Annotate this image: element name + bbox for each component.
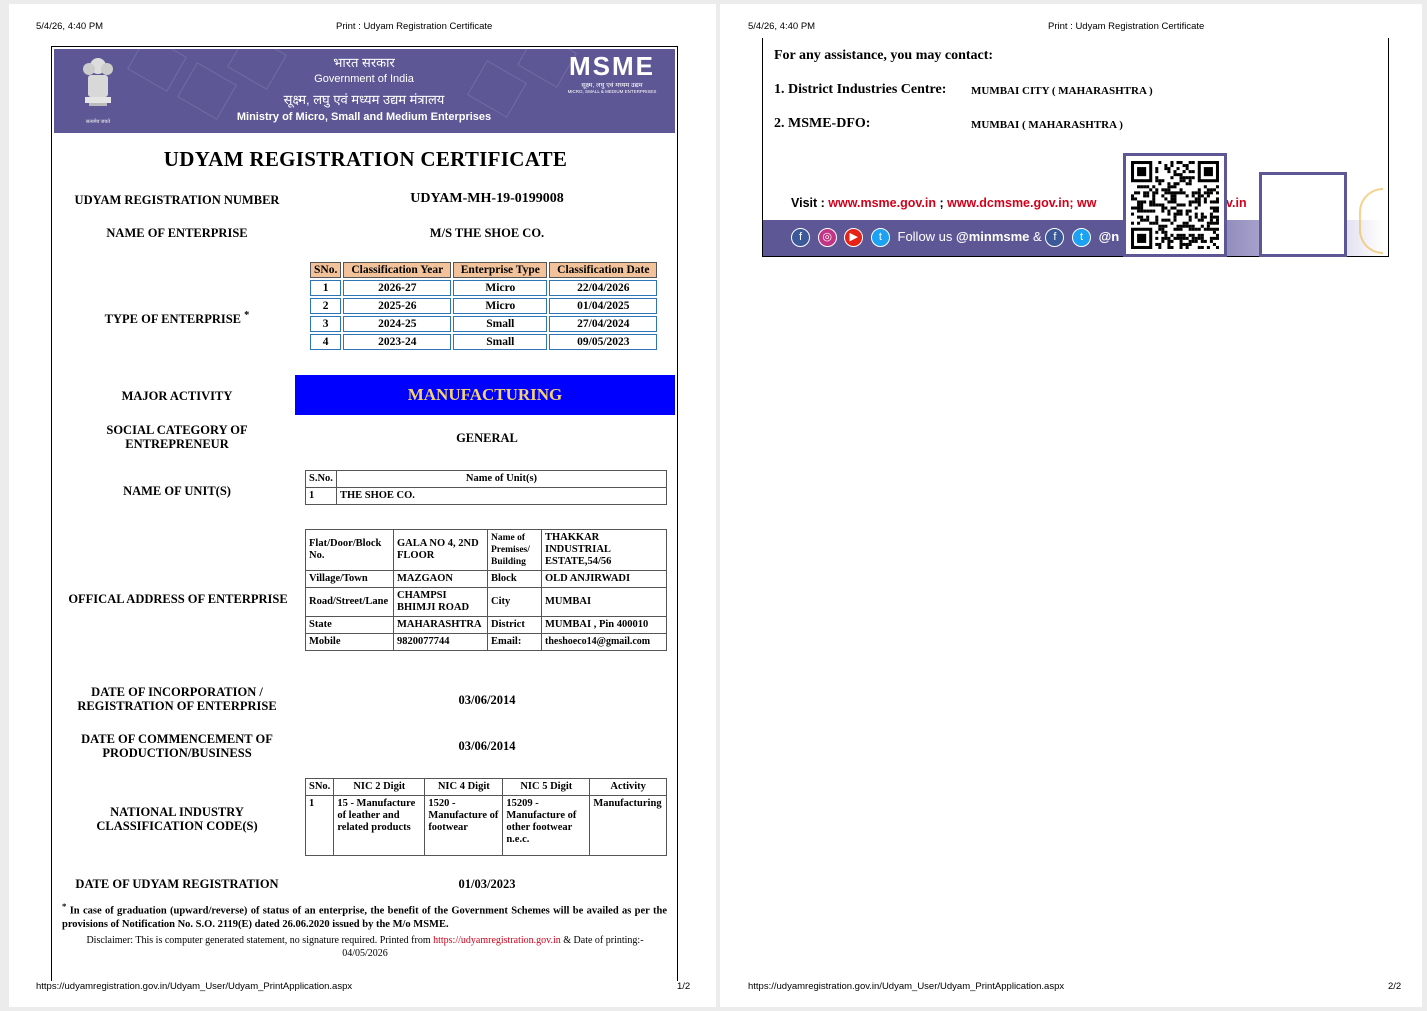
certificate-title: UDYAM REGISTRATION CERTIFICATE xyxy=(163,147,568,171)
print-datetime: 5/4/26, 4:40 PM xyxy=(748,21,816,32)
udyam-date-label: DATE OF UDYAM REGISTRATION xyxy=(75,877,279,891)
enterprise-name-label: NAME OF ENTERPRISE xyxy=(106,226,248,240)
facebook-icon-2[interactable]: f xyxy=(1045,228,1065,247)
print-page-1: 5/4/26, 4:40 PM Print : Udyam Registrati… xyxy=(9,4,716,1007)
table-row: Village/Town MAZGAON Block OLD ANJIRWADI xyxy=(305,570,667,588)
qr-code xyxy=(1123,153,1227,257)
table-row: State MAHARASHTRA District MUMBAI , Pin … xyxy=(305,616,667,634)
reg-number-value: UDYAM-MH-19-0199008 xyxy=(410,191,564,206)
nic-table: SNo. NIC 2 Digit NIC 4 Digit NIC 5 Digit… xyxy=(304,778,667,856)
print-page-2: 5/4/26, 4:40 PM Print : Udyam Registrati… xyxy=(720,4,1422,1007)
table-row: 3 2024-25 Small 27/04/2024 xyxy=(310,316,658,332)
dfo-value: MUMBAI ( MAHARASHTRA ) xyxy=(971,119,1123,131)
contact-frame: For any assistance, you may contact: 1. … xyxy=(762,38,1389,257)
page-number: 2/2 xyxy=(1388,981,1402,992)
twitter-icon[interactable]: t xyxy=(870,228,890,247)
youtube-icon[interactable]: ▶ xyxy=(844,228,864,247)
table-row: 1 2026-27 Micro 22/04/2026 xyxy=(310,280,658,296)
incorporation-date: 03/06/2014 xyxy=(458,693,516,707)
classification-table: SNo. Classification Year Enterprise Type… xyxy=(308,260,659,352)
footnote: * In case of graduation (upward/reverse)… xyxy=(62,901,667,930)
print-title: Print : Udyam Registration Certificate xyxy=(336,21,493,32)
table-row: 1 15 - Manufacture of leather and relate… xyxy=(304,795,667,856)
national-emblem-icon xyxy=(80,55,116,117)
udyam-portal-link[interactable]: https://udyamregistration.gov.in xyxy=(433,935,561,946)
dfo-label: 2. MSME-DFO: xyxy=(774,116,871,131)
dic-label: 1. District Industries Centre: xyxy=(774,82,947,97)
address-table: Flat/Door/Block No. GALA NO 4, 2ND FLOOR… xyxy=(305,529,667,651)
email-value: theshoeco14@gmail.com xyxy=(541,633,667,651)
msme-logo-hindi: सूक्ष्म, लघु एवं मध्यम उद्यम xyxy=(581,82,643,89)
dic-value: MUMBAI CITY ( MAHARASHTRA ) xyxy=(971,85,1153,97)
units-table: S.No. Name of Unit(s) 1 THE SHOE CO. xyxy=(305,470,668,505)
table-row: Mobile 9820077744 Email: theshoeco14@gma… xyxy=(305,633,667,651)
table-row: Road/Street/Lane CHAMPSI BHIMJI ROAD Cit… xyxy=(305,587,667,617)
print-url: https://udyamregistration.gov.in/Udyam_U… xyxy=(36,981,353,992)
facebook-icon[interactable]: f xyxy=(791,228,810,247)
commencement-label: DATE OF COMMENCEMENT OF PRODUCTION/BUSINE… xyxy=(81,732,273,760)
table-header-row: SNo. NIC 2 Digit NIC 4 Digit NIC 5 Digit… xyxy=(304,778,667,796)
banner-gov-india: Government of India xyxy=(314,73,414,85)
social-category-label: SOCIAL CATEGORY OF ENTREPRENEUR xyxy=(106,423,248,451)
incorporation-label: DATE OF INCORPORATION / REGISTRATION OF E… xyxy=(77,685,277,713)
print-date: 04/05/2026 xyxy=(342,948,388,959)
commencement-date: 03/06/2014 xyxy=(458,739,516,753)
enterprise-name-value: M/S THE SHOE CO. xyxy=(429,226,545,240)
table-row: 1 THE SHOE CO. xyxy=(305,487,668,505)
enterprise-type-label: TYPE OF ENTERPRISE * xyxy=(104,310,250,327)
address-label: OFFICAL ADDRESS OF ENTERPRISE xyxy=(68,592,288,606)
assistance-heading: For any assistance, you may contact: xyxy=(774,48,994,63)
page-number: 1/2 xyxy=(677,981,691,992)
table-row: Flat/Door/Block No. GALA NO 4, 2ND FLOOR… xyxy=(305,529,667,571)
follow-text: Follow us xyxy=(897,228,953,244)
table-row: 2 2025-26 Micro 01/04/2025 xyxy=(310,298,658,314)
print-title: Print : Udyam Registration Certificate xyxy=(1048,21,1205,32)
instagram-icon[interactable]: ◎ xyxy=(817,228,837,247)
social-category-value: GENERAL xyxy=(456,431,518,445)
visit-line: Visit : www.msme.gov.in ; www.dcmsme.gov… xyxy=(791,196,1097,210)
msme-site-link[interactable]: www.msme.gov.in xyxy=(828,196,936,210)
table-header-row: S.No. Name of Unit(s) xyxy=(305,470,668,488)
major-activity-value: MANUFACTURING xyxy=(295,375,675,415)
table-header-row: SNo. Classification Year Enterprise Type… xyxy=(310,262,658,278)
hex-decoration xyxy=(1359,188,1383,254)
banner-hindi-gov: भारत सरकार xyxy=(333,55,395,70)
print-datetime: 5/4/26, 4:40 PM xyxy=(36,21,104,32)
banner-hindi-ministry: सूक्ष्म, लघु एवं मध्यम उद्यम मंत्रालय xyxy=(283,92,445,107)
udyam-date-value: 01/03/2023 xyxy=(458,877,516,891)
units-label: NAME OF UNIT(S) xyxy=(123,484,231,498)
msme-logo-english: MICRO, SMALL & MEDIUM ENTERPRISES xyxy=(567,89,657,94)
disclaimer: Disclaimer: This is computer generated s… xyxy=(60,934,670,960)
gov-banner: सत्यमेव जयते भारत सरकार Government of In… xyxy=(54,49,675,133)
dcmsme-site-link[interactable]: www.dcmsme.gov.in xyxy=(947,196,1069,210)
major-activity-label: MAJOR ACTIVITY xyxy=(121,389,233,403)
twitter-icon-2[interactable]: t xyxy=(1071,228,1091,247)
banner-ministry: Ministry of Micro, Small and Medium Ente… xyxy=(236,111,492,123)
reg-number-label: UDYAM REGISTRATION NUMBER xyxy=(74,193,280,207)
print-url: https://udyamregistration.gov.in/Udyam_U… xyxy=(748,981,1065,992)
certificate-frame: सत्यमेव जयते भारत सरकार Government of In… xyxy=(51,46,678,981)
msme-logo: MSME xyxy=(569,51,655,81)
follow-handle: @minmsme xyxy=(956,228,1030,244)
visit-link-tail: v.in xyxy=(1226,196,1247,210)
table-row: 4 2023-24 Small 09/05/2023 xyxy=(310,334,658,350)
emblem-caption: सत्यमेव जयते xyxy=(85,120,111,125)
photo-box xyxy=(1259,172,1347,257)
nic-label: NATIONAL INDUSTRY CLASSIFICATION CODE(S) xyxy=(96,805,258,833)
